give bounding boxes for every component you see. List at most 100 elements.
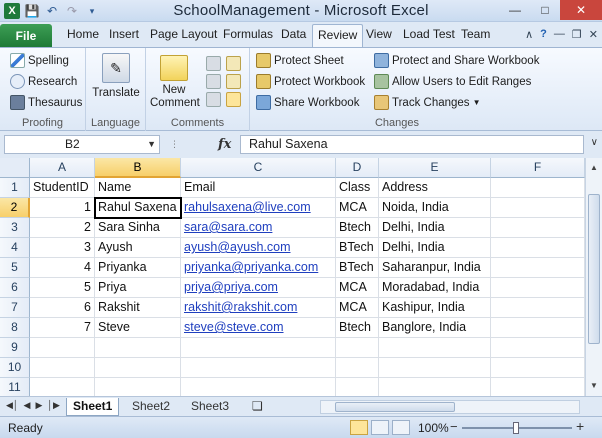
tab-file[interactable]: File [0,24,52,47]
show-comment-icon[interactable] [226,56,241,71]
cell-b11[interactable] [95,378,181,396]
cell-b3[interactable]: Sara Sinha [95,218,181,238]
column-header-f[interactable]: F [491,158,585,178]
row-header-2[interactable]: 2 [0,198,30,218]
cell-d9[interactable] [336,338,379,358]
previous-comment-icon[interactable] [206,74,221,89]
row-header-9[interactable]: 9 [0,338,30,358]
cell-b2-active[interactable]: Rahul Saxena [94,197,182,219]
cell-e10[interactable] [379,358,491,378]
insert-sheet-icon[interactable]: ❏ [246,398,269,416]
sheet-tab-sheet2[interactable]: Sheet2 [126,398,176,416]
cell-e6[interactable]: Moradabad, India [379,278,491,298]
cell-d5[interactable]: BTech [336,258,379,278]
cell-a6[interactable]: 5 [30,278,95,298]
cell-c10[interactable] [181,358,336,378]
scroll-down-icon[interactable]: ▼ [586,378,602,394]
insert-function-icon[interactable]: fx [218,137,231,152]
column-header-e[interactable]: E [379,158,491,178]
cell-b4[interactable]: Ayush [95,238,181,258]
track-changes-button[interactable]: Track Changes ▼ [374,95,480,110]
research-button[interactable]: Research [10,74,77,89]
cell-c4[interactable]: ayush@ayush.com [181,238,336,258]
protect-sheet-button[interactable]: Protect Sheet [256,53,344,68]
cell-d11[interactable] [336,378,379,396]
cell-d7[interactable]: MCA [336,298,379,318]
cell-c1[interactable]: Email [181,178,336,198]
cell-a2[interactable]: 1 [30,198,95,218]
cell-e7[interactable]: Kashipur, India [379,298,491,318]
cell-f4[interactable] [491,238,585,258]
tab-review[interactable]: Review [312,24,364,48]
delete-comment-icon[interactable] [206,56,221,71]
cell-e3[interactable]: Delhi, India [379,218,491,238]
cell-e8[interactable]: Banglore, India [379,318,491,338]
minimize-button[interactable]: — [500,0,530,20]
cell-b8[interactable]: Steve [95,318,181,338]
spelling-button[interactable]: Spelling [10,53,69,68]
tab-load-test[interactable]: Load Test [403,27,455,47]
page-layout-view-icon[interactable] [371,420,389,435]
row-header-5[interactable]: 5 [0,258,30,278]
cell-f2[interactable] [491,198,585,218]
cell-d10[interactable] [336,358,379,378]
cell-d4[interactable]: BTech [336,238,379,258]
share-workbook-button[interactable]: Share Workbook [256,95,359,110]
zoom-in-icon[interactable]: + [576,418,584,434]
column-header-b[interactable]: B [95,158,181,178]
cell-b5[interactable]: Priyanka [95,258,181,278]
row-header-11[interactable]: 11 [0,378,30,396]
cell-f9[interactable] [491,338,585,358]
column-header-d[interactable]: D [336,158,379,178]
cell-e9[interactable] [379,338,491,358]
cell-f7[interactable] [491,298,585,318]
cell-b6[interactable]: Priya [95,278,181,298]
cell-a8[interactable]: 7 [30,318,95,338]
allow-users-edit-ranges-button[interactable]: Allow Users to Edit Ranges [374,74,531,89]
zoom-slider-knob[interactable] [513,422,519,434]
cell-a4[interactable]: 3 [30,238,95,258]
cell-c2[interactable]: rahulsaxena@live.com [181,198,336,218]
tab-insert[interactable]: Insert [109,27,139,47]
prev-sheet-icon[interactable]: ◀ [24,400,31,411]
tab-formulas[interactable]: Formulas [223,27,273,47]
cell-c6[interactable]: priya@priya.com [181,278,336,298]
tab-view[interactable]: View [366,27,392,47]
next-sheet-icon[interactable]: ▶ [35,400,42,411]
cell-a11[interactable] [30,378,95,396]
row-header-1[interactable]: 1 [0,178,30,198]
cell-f10[interactable] [491,358,585,378]
cell-f3[interactable] [491,218,585,238]
cell-b1[interactable]: Name [95,178,181,198]
tab-team[interactable]: Team [461,27,490,47]
cell-e5[interactable]: Saharanpur, India [379,258,491,278]
close-button[interactable]: ✕ [560,0,602,20]
cell-a5[interactable]: 4 [30,258,95,278]
cell-e1[interactable]: Address [379,178,491,198]
expand-formula-bar-icon[interactable]: ∨ [591,137,598,148]
protect-share-workbook-button[interactable]: Protect and Share Workbook [374,53,539,68]
vertical-scroll-thumb[interactable] [588,194,600,344]
row-header-3[interactable]: 3 [0,218,30,238]
zoom-level[interactable]: 100% [418,421,449,435]
minimize-ribbon-icon[interactable]: ∧ [525,28,533,41]
cell-b10[interactable] [95,358,181,378]
cell-c3[interactable]: sara@sara.com [181,218,336,238]
cell-f11[interactable] [491,378,585,396]
show-ink-icon[interactable] [226,92,241,107]
cell-f1[interactable] [491,178,585,198]
cell-d2[interactable]: MCA [336,198,379,218]
vertical-scrollbar[interactable]: ▲ ▼ [585,158,602,396]
cell-d6[interactable]: MCA [336,278,379,298]
show-all-comments-icon[interactable] [226,74,241,89]
horizontal-scroll-thumb[interactable] [335,402,455,412]
cell-c7[interactable]: rakshit@rakshit.com [181,298,336,318]
workbook-minimize-icon[interactable]: — [554,28,565,41]
name-box-dropdown-icon[interactable]: ▼ [147,136,156,153]
cell-f6[interactable] [491,278,585,298]
workbook-close-icon[interactable]: ✕ [589,28,598,41]
sheet-tab-sheet3[interactable]: Sheet3 [185,398,235,416]
cell-c8[interactable]: steve@steve.com [181,318,336,338]
protect-workbook-button[interactable]: Protect Workbook [256,74,365,89]
formula-bar-splitter[interactable]: ⋮ [170,139,179,150]
